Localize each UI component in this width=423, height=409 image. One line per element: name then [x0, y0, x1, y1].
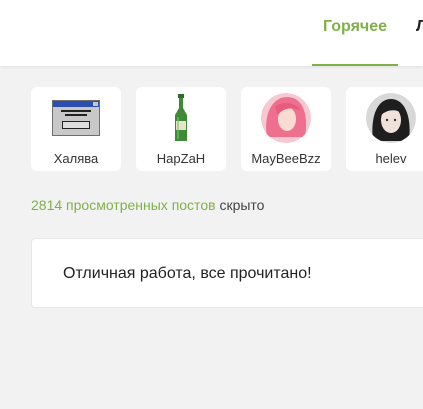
- top-navigation: Горячее Л: [0, 0, 423, 66]
- win98-window-icon: [51, 93, 101, 143]
- dark-hair-avatar: [366, 93, 416, 143]
- author-card-helev[interactable]: helev: [346, 87, 423, 171]
- tab-next[interactable]: Л: [416, 18, 423, 36]
- author-name: MayBeeBzz: [251, 151, 321, 166]
- pink-hair-avatar: [261, 93, 311, 143]
- author-card-hapzah[interactable]: HapZaH: [136, 87, 226, 171]
- author-name: Халява: [53, 151, 99, 166]
- hidden-suffix: скрыто: [219, 197, 265, 213]
- viewed-posts-link[interactable]: 2814 просмотренных постов: [31, 197, 216, 213]
- author-name: helev: [375, 151, 407, 166]
- author-name: HapZaH: [156, 151, 206, 166]
- tab-next-label: Л: [416, 18, 423, 35]
- green-bottle-icon: [156, 93, 206, 143]
- author-card-maybeebzz[interactable]: MayBeeBzz: [241, 87, 331, 171]
- hidden-posts-info: 2814 просмотренных постов скрыто: [31, 197, 264, 213]
- author-card-halyava[interactable]: Халява: [31, 87, 121, 171]
- tab-hot-label: Горячее: [322, 18, 388, 35]
- all-read-message: Отличная работа, все прочитано!: [63, 265, 312, 282]
- tab-hot[interactable]: Горячее: [312, 0, 398, 66]
- all-read-notice: Отличная работа, все прочитано!: [31, 238, 423, 308]
